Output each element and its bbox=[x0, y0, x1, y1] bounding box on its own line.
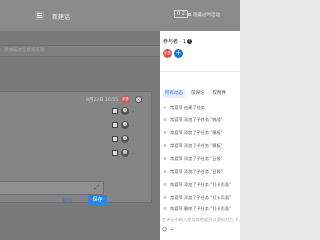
list-icon: ≡ bbox=[163, 182, 167, 187]
avatar[interactable] bbox=[121, 149, 129, 157]
chevron-right-icon[interactable]: › bbox=[132, 123, 134, 129]
activity-text: 常渡萍 添加了子任务 "模板" bbox=[170, 143, 223, 148]
plus-icon: + bbox=[163, 105, 167, 110]
activity-item: ≡ 常渡萍 添加了子任务 "挑战" bbox=[162, 117, 240, 123]
tab-comments-only[interactable]: 仅评论 bbox=[189, 89, 207, 98]
assignee-avatar[interactable]: 乐多 bbox=[121, 95, 130, 104]
chevron-right-icon[interactable]: › bbox=[132, 151, 134, 157]
avatar[interactable] bbox=[121, 107, 129, 115]
activity-text: 常渡萍 添加了子任务 "日报" bbox=[170, 169, 223, 174]
count-badge[interactable]: 0 2 bbox=[174, 10, 188, 18]
description-input[interactable]: 添加描述信息或实验 bbox=[0, 45, 160, 57]
checkbox-icon[interactable] bbox=[188, 13, 191, 16]
list-icon: ≡ bbox=[163, 206, 167, 211]
list-icon: ≡ bbox=[163, 130, 167, 135]
top-bar: 新建话 0 2 隐藏过时活动 bbox=[0, 0, 240, 31]
participant-avatar[interactable]: 乐多 bbox=[163, 49, 172, 58]
attachment-icon[interactable]: ⌁ bbox=[170, 227, 173, 233]
help-icon[interactable]: ? bbox=[186, 39, 192, 44]
save-button[interactable]: 保存 bbox=[88, 195, 107, 205]
emoji-icon[interactable]: ☺ bbox=[162, 227, 167, 233]
activity-tabs: 所有动态 仅评论 仅附件 bbox=[163, 89, 232, 98]
list-icon: ≡ bbox=[163, 169, 167, 174]
chevron-right-icon[interactable]: › bbox=[132, 137, 134, 143]
activity-sidebar: 参与者 · 1? 乐多 + 所有动态 仅评论 仅附件 + 常渡萍 创建了任务 ≡ 常渡萍… bbox=[160, 31, 240, 240]
activity-text: 常渡萍 创建了任务 bbox=[170, 105, 205, 110]
activity-item: ≡ 常渡萍 添加了子任务 "打卡页面" bbox=[162, 182, 240, 188]
participants-header: 参与者 · 1? bbox=[163, 38, 192, 45]
activity-item: ≡ 常渡萍 添加了子任务 "日报" bbox=[162, 169, 240, 175]
list-icon: ≡ bbox=[163, 117, 167, 122]
activity-text: 常渡萍 添加了子任务 "模板" bbox=[170, 130, 223, 135]
activity-item: ≡ 常渡萍 添加了子任务 "模板" bbox=[162, 130, 240, 136]
due-date[interactable]: 8月22日 16:55 bbox=[86, 97, 118, 103]
activity-item: ≡ 常渡萍 添加了子任务 "模板" bbox=[162, 143, 240, 149]
list-icon: ≡ bbox=[163, 143, 167, 148]
calendar-icon[interactable] bbox=[112, 150, 118, 156]
tab-all-activity[interactable]: 所有动态 bbox=[163, 89, 185, 98]
subtask-editor[interactable]: ⤢ bbox=[0, 181, 104, 195]
divider bbox=[160, 71, 240, 72]
cancel-button[interactable]: 取消 bbox=[62, 197, 72, 204]
hide-activities-toggle[interactable]: 隐藏过时活动 bbox=[188, 12, 220, 18]
task-detail-panel: 添加描述信息或实验 8月22日 16:55 乐多 × › › › › ⤢ 取消 … bbox=[0, 31, 160, 240]
activity-item: + 常渡萍 创建了任务 bbox=[162, 105, 240, 111]
activity-text: 常渡萍 删除了子任务 "打卡页面" bbox=[170, 206, 231, 211]
task-title[interactable]: 新建话 bbox=[52, 12, 70, 21]
activity-item: ≡ 常渡萍 删除了子任务 "打卡页面" bbox=[162, 206, 240, 212]
add-participant-button[interactable]: + bbox=[174, 49, 183, 58]
participants-label: 参与者 · 1 bbox=[163, 39, 186, 45]
list-icon: ≡ bbox=[163, 195, 167, 200]
expand-icon[interactable]: ⤢ bbox=[94, 184, 99, 192]
activity-text: 常渡萍 添加了子任务 "日报" bbox=[170, 156, 223, 161]
activity-text: 常渡萍 添加了子任务 "打卡页面" bbox=[170, 182, 231, 187]
close-icon[interactable]: × bbox=[135, 96, 142, 103]
avatar[interactable] bbox=[121, 121, 129, 129]
list-icon: ≡ bbox=[163, 156, 167, 161]
comment-toolbar: ☺ ⌁ bbox=[162, 227, 176, 233]
activity-text: 常渡萍 添加了子任务 "打卡页面" bbox=[170, 195, 231, 200]
comment-input[interactable]: 在评论中输入提及其他成员以通知对方, 按Enter bbox=[162, 217, 238, 223]
calendar-icon[interactable] bbox=[112, 122, 118, 128]
activity-text: 常渡萍 添加了子任务 "挑战" bbox=[170, 117, 223, 122]
calendar-icon[interactable] bbox=[112, 108, 118, 114]
menu-icon[interactable] bbox=[35, 11, 44, 20]
tab-attachments-only[interactable]: 仅附件 bbox=[211, 89, 229, 98]
calendar-icon[interactable] bbox=[112, 136, 118, 142]
activity-item: ≡ 常渡萍 添加了子任务 "打卡页面" bbox=[162, 195, 240, 201]
chevron-right-icon[interactable]: › bbox=[132, 109, 134, 115]
activity-item: ≡ 常渡萍 添加了子任务 "日报" bbox=[162, 156, 240, 162]
hide-activities-label: 隐藏过时活动 bbox=[193, 13, 220, 18]
avatar[interactable] bbox=[121, 135, 129, 143]
